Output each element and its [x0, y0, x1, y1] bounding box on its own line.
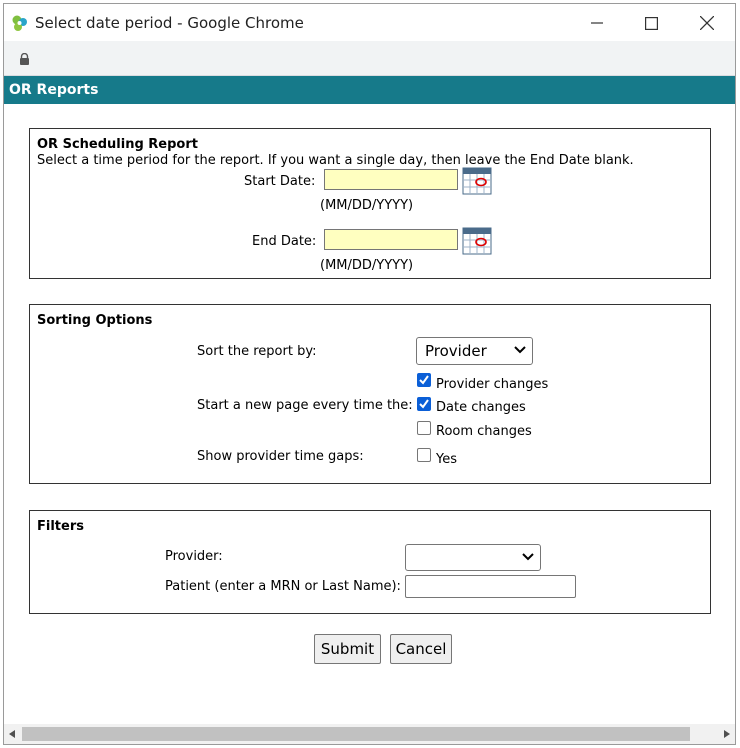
- minimize-button[interactable]: [574, 8, 620, 38]
- title-bar: Select date period - Google Chrome: [4, 4, 735, 41]
- filters-title: Filters: [37, 519, 84, 534]
- time-gaps-checkbox[interactable]: [417, 448, 431, 462]
- patient-filter-input[interactable]: [405, 575, 576, 598]
- scheduling-panel: OR Scheduling Report Select a time perio…: [29, 128, 711, 279]
- close-icon: [700, 16, 714, 30]
- scrollbar-thumb[interactable]: [22, 727, 690, 741]
- cancel-button[interactable]: Cancel: [390, 634, 452, 664]
- new-page-label: Start a new page every time the:: [197, 398, 413, 413]
- sort-by-value: Provider: [425, 342, 487, 360]
- maximize-button[interactable]: [628, 8, 674, 38]
- date-changes-checkbox[interactable]: [417, 397, 431, 411]
- checkmark-icon: [419, 375, 429, 385]
- patient-filter-label: Patient (enter a MRN or Last Name):: [165, 579, 401, 594]
- chevron-down-icon: [522, 553, 534, 561]
- close-button[interactable]: [684, 8, 730, 38]
- page-header: OR Reports: [4, 76, 735, 104]
- sort-by-label: Sort the report by:: [197, 344, 317, 359]
- start-date-label: Start Date:: [244, 174, 316, 189]
- sorting-panel: Sorting Options Sort the report by: Prov…: [29, 304, 711, 484]
- provider-changes-checkbox[interactable]: [417, 373, 431, 387]
- chevron-down-icon: [514, 346, 526, 354]
- window-title: Select date period - Google Chrome: [35, 14, 304, 32]
- browser-window: Select date period - Google Chrome OR Re…: [3, 3, 736, 745]
- time-gaps-label: Show provider time gaps:: [197, 449, 364, 464]
- start-date-hint: (MM/DD/YYYY): [320, 198, 414, 213]
- date-changes-label: Date changes: [436, 400, 526, 415]
- address-bar[interactable]: [4, 41, 735, 76]
- scheduling-description: Select a time period for the report. If …: [37, 153, 634, 168]
- chrome-app-icon: [12, 15, 27, 31]
- sort-by-select[interactable]: Provider: [416, 337, 533, 365]
- checkmark-icon: [419, 399, 429, 409]
- filters-panel: Filters Provider: Patient (enter a MRN o…: [29, 510, 711, 614]
- end-date-hint: (MM/DD/YYYY): [320, 258, 414, 273]
- lock-icon: [20, 53, 29, 65]
- maximize-icon: [644, 16, 658, 30]
- start-date-input[interactable]: [324, 169, 458, 190]
- submit-button[interactable]: Submit: [314, 634, 381, 664]
- calendar-icon[interactable]: [462, 227, 492, 255]
- end-date-input[interactable]: [324, 229, 458, 250]
- calendar-icon[interactable]: [462, 167, 492, 195]
- scroll-left-icon[interactable]: [9, 730, 15, 738]
- end-date-label: End Date:: [252, 234, 317, 249]
- scheduling-title: OR Scheduling Report: [37, 137, 198, 152]
- horizontal-scrollbar[interactable]: [4, 724, 735, 744]
- room-changes-label: Room changes: [436, 424, 532, 439]
- time-gaps-yes-label: Yes: [436, 452, 457, 467]
- provider-filter-label: Provider:: [165, 549, 223, 564]
- sorting-title: Sorting Options: [37, 313, 153, 328]
- minimize-icon: [591, 22, 603, 24]
- scroll-right-icon[interactable]: [724, 730, 730, 738]
- room-changes-checkbox[interactable]: [417, 421, 431, 435]
- provider-filter-select[interactable]: [405, 544, 541, 571]
- provider-changes-label: Provider changes: [436, 377, 549, 392]
